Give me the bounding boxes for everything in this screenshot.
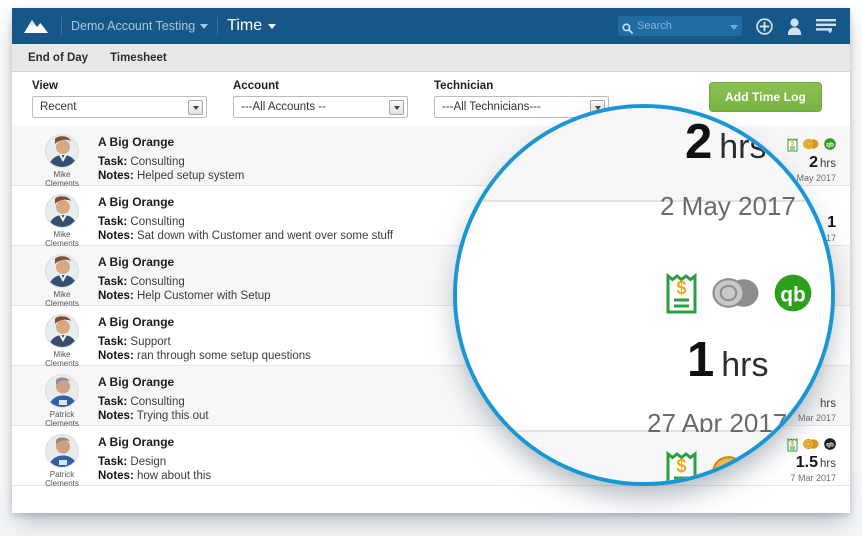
hours-unit: hrs [721,346,769,384]
avatar [45,434,79,468]
tab-end-of-day[interactable]: End of Day [28,52,88,64]
notes-value: Help Customer with Setup [136,290,271,302]
notes-value: how about this [136,470,212,482]
page-title: Time [227,17,263,34]
account-switcher[interactable]: Demo Account Testing [71,19,209,33]
account-select[interactable]: ---All Accounts -- [233,96,408,118]
task-value: Consulting [130,156,185,168]
account-filter-label: Account [233,80,279,92]
search-dropdown-icon[interactable] [730,17,738,35]
top-navigation-bar: Demo Account Testing Time [12,8,850,44]
avatar-cell: Patrick Clements [34,434,90,488]
silver-coins-icon[interactable] [712,275,760,316]
magnifier-content: $ 2hrs 2 [457,108,831,482]
chevron-down-icon[interactable] [389,100,404,115]
notes-value: Helped setup system [136,170,245,182]
notes-value: Trying this out [136,410,209,422]
search-box[interactable] [618,16,742,36]
avatar-cell: Mike Clements [34,194,90,248]
user-icon[interactable] [787,18,802,35]
notes-value: Sat down with Customer and went over som… [136,230,394,242]
notes-label: Notes: [98,170,134,182]
receipt-icon[interactable]: $ [665,270,698,320]
avatar [45,374,79,408]
view-filter: View Recent [32,80,207,118]
avatar [45,194,79,228]
task-value: Consulting [130,276,185,288]
svg-text:qb: qb [780,283,806,306]
avatar-cell: Mike Clements [34,254,90,308]
task-label: Task: [98,156,128,168]
quickbooks-icon[interactable]: qb [774,274,812,317]
mountain-logo-icon[interactable] [22,16,50,36]
app-window: Demo Account Testing Time Search End of … [12,8,850,513]
avatar [45,314,79,348]
magnified-hours-line: 1 hrs [687,332,769,388]
sub-navigation-tabs: End of Day Timesheet [12,44,850,72]
magnifier-lens: $ 2hrs 2 [453,104,835,486]
nav-divider-2 [217,17,219,35]
magnified-hours-line: 2 hrs [685,114,767,170]
avatar-cell: Mike Clements [34,134,90,188]
magnified-date: 2 May 2017 [660,191,796,221]
view-filter-label: View [32,80,58,92]
search-input[interactable] [637,20,722,32]
magnified-row [457,108,831,202]
task-value: Consulting [130,216,185,228]
avatar [45,254,79,288]
nav-divider-1 [61,17,62,35]
view-select-value: Recent [40,101,77,113]
tab-timesheet[interactable]: Timesheet [110,52,167,64]
hours-unit: hrs [719,128,767,166]
avatar-cell: Patrick Clements [34,374,90,428]
avatar-cell: Mike Clements [34,314,90,368]
section-title-menu[interactable]: Time [227,17,277,35]
account-filter: Account ---All Accounts -- [233,80,408,118]
dark-coins-icon[interactable] [774,453,814,482]
chevron-down-icon [200,23,209,29]
plus-circle-icon[interactable] [756,17,773,35]
svg-text:$: $ [676,278,686,298]
chevron-down-icon [268,23,277,29]
receipt-icon[interactable]: $ [665,448,698,482]
view-select[interactable]: Recent [32,96,207,118]
avatar-name: Patrick Clements [45,470,79,488]
hours-value: 2 [685,115,712,169]
technician-filter-label: Technician [434,80,494,92]
task-value: Design [130,456,167,468]
avatar [45,134,79,168]
top-nav-actions [618,16,842,36]
chevron-down-icon[interactable] [188,100,203,115]
account-switcher-label: Demo Account Testing [71,19,196,33]
badge-row: $ [665,270,812,320]
search-icon [622,21,633,34]
account-select-value: ---All Accounts -- [241,101,326,113]
gold-coins-icon[interactable] [712,453,760,482]
badge-row: $ [665,448,814,482]
screenshot-root: Demo Account Testing Time Search End of … [0,0,862,536]
hours-value: 1 [687,333,714,387]
task-value: Support [130,336,171,348]
add-time-log-label: Add Time Log [725,90,806,104]
svg-text:$: $ [676,456,686,476]
hamburger-menu-icon[interactable] [816,18,836,34]
task-value: Consulting [130,396,185,408]
notes-value: ran through some setup questions [136,350,311,362]
